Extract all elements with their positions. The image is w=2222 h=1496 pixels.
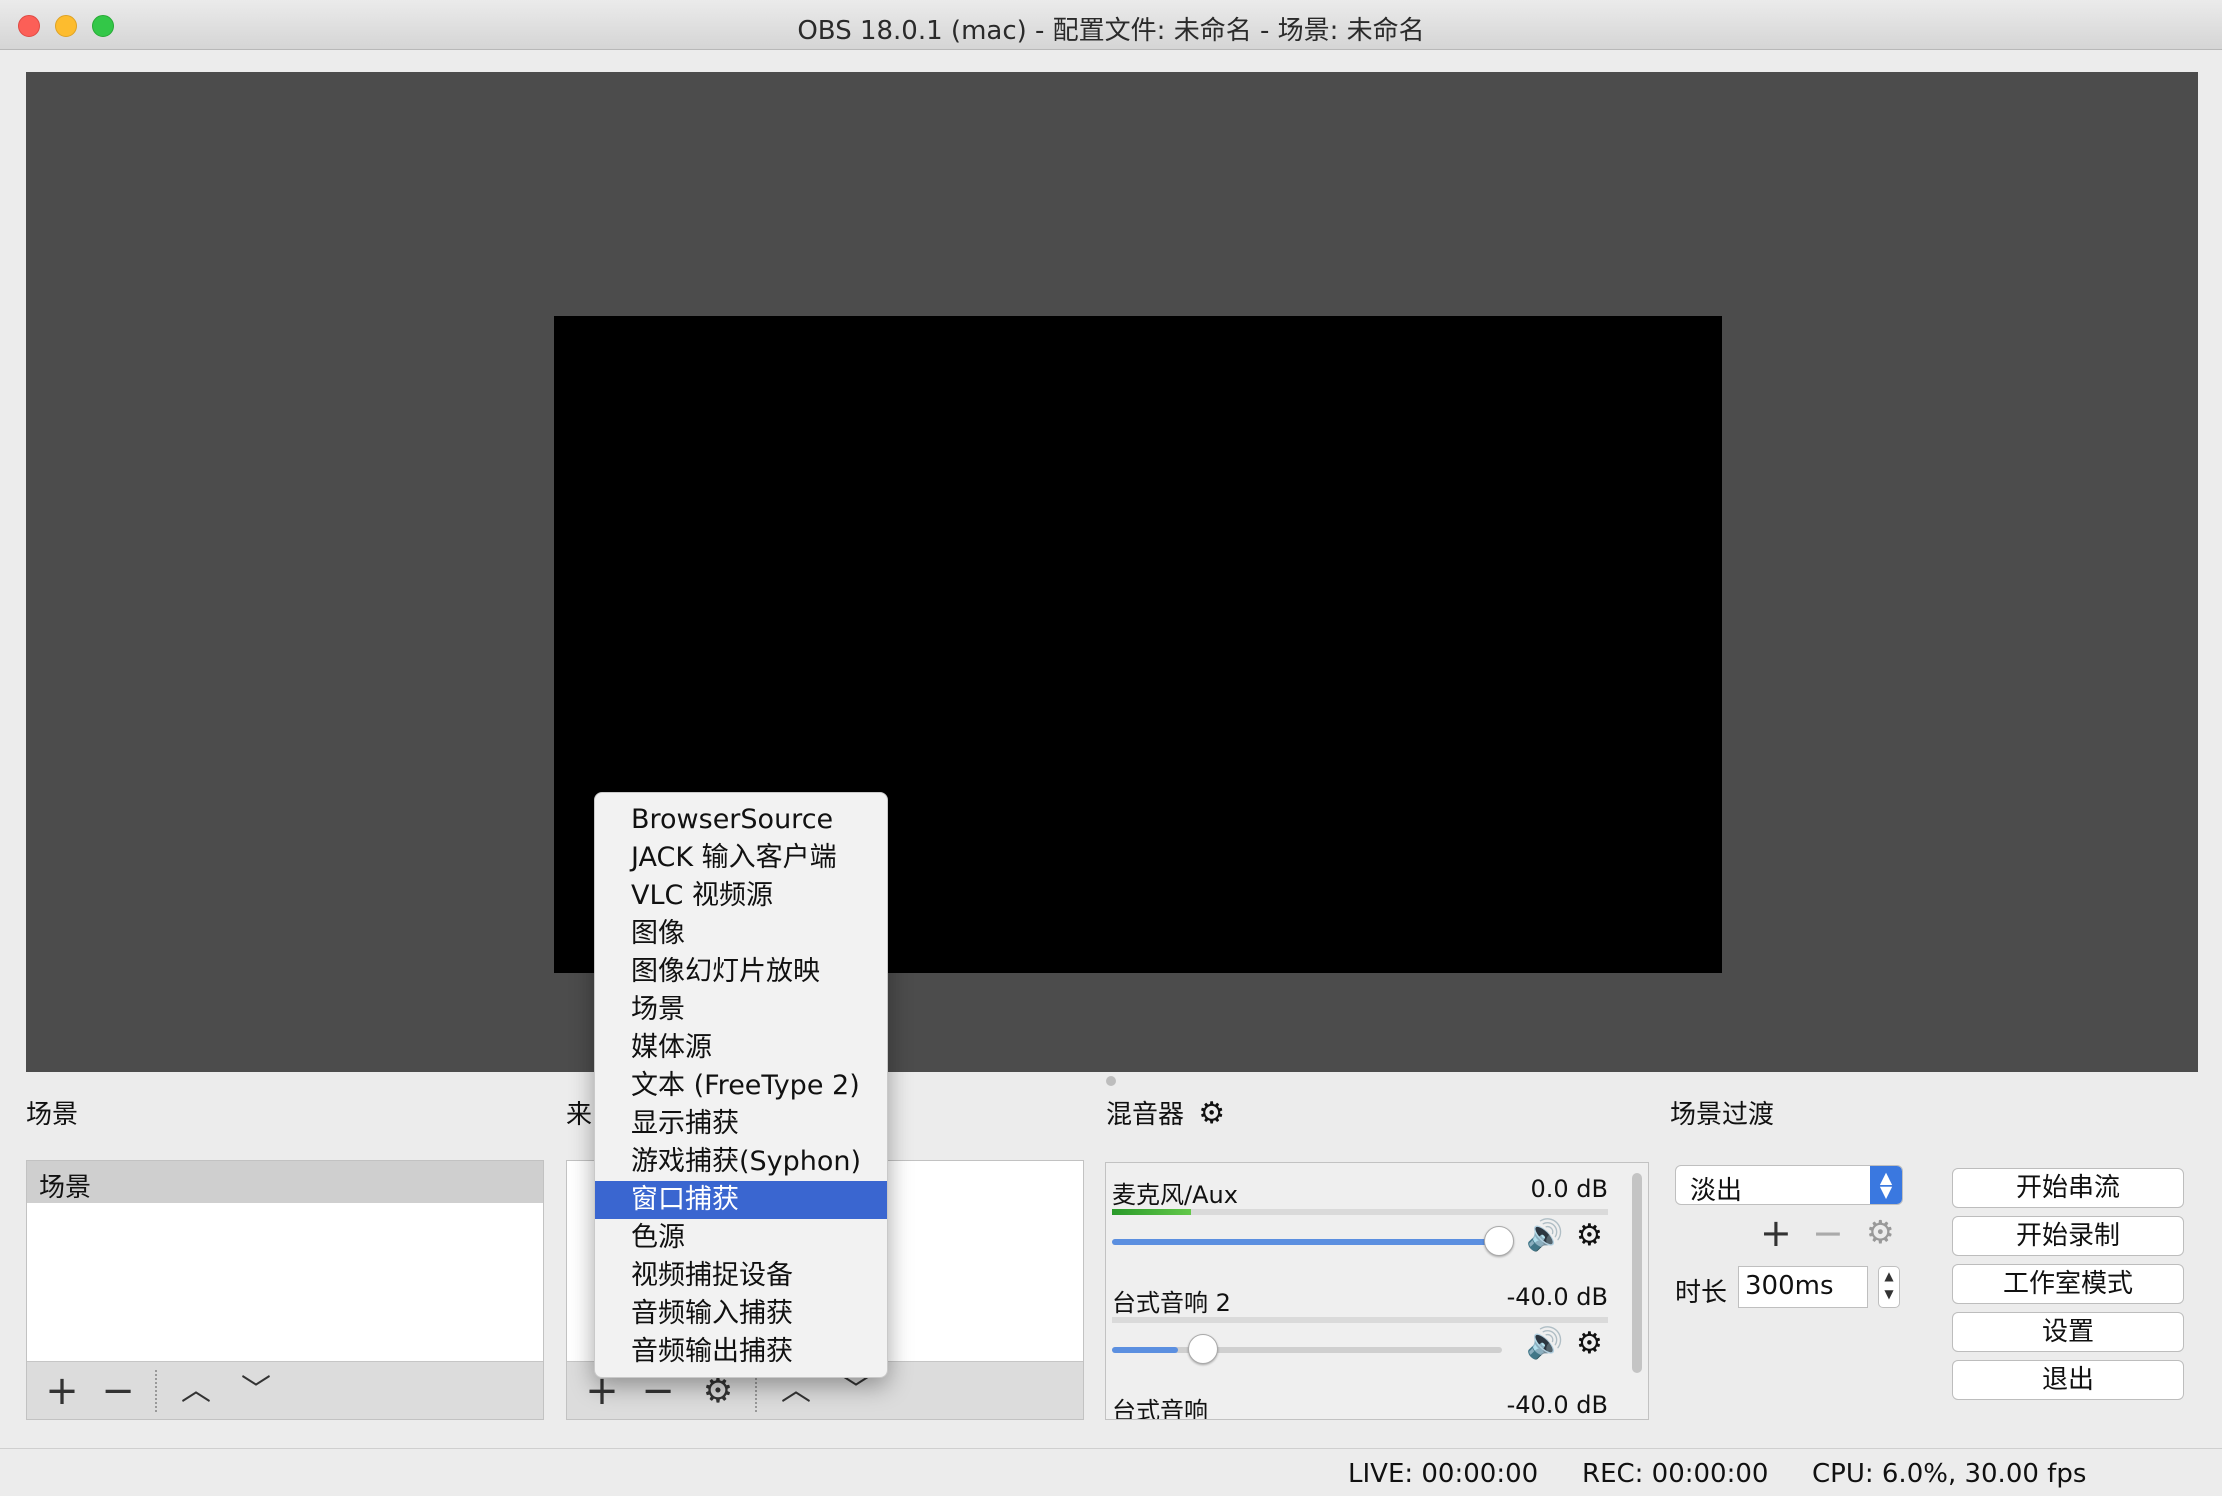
duration-label: 时长 <box>1675 1278 1728 1308</box>
mixer-channel-name: 麦克风/Aux <box>1112 1181 1238 1209</box>
sources-label: 来 <box>566 1100 593 1130</box>
title-bar: OBS 18.0.1 (mac) - 配置文件: 未命名 - 场景: 未命名 <box>0 0 2222 50</box>
gear-icon[interactable]: ⚙ <box>1866 1216 1895 1248</box>
transition-selected: 淡出 <box>1690 1176 1743 1206</box>
gear-icon[interactable]: ⚙ <box>1576 1221 1603 1251</box>
window-title: OBS 18.0.1 (mac) - 配置文件: 未命名 - 场景: 未命名 <box>797 16 1425 46</box>
menu-item-image-slideshow[interactable]: 图像幻灯片放映 <box>595 953 887 991</box>
transitions-label: 场景过渡 <box>1670 1100 1775 1130</box>
menu-item-browser-source[interactable]: BrowserSource <box>595 801 887 839</box>
mixer-label-text: 混音器 <box>1106 1100 1185 1130</box>
obs-window: OBS 18.0.1 (mac) - 配置文件: 未命名 - 场景: 未命名 场… <box>0 0 2222 1496</box>
settings-button[interactable]: 设置 <box>1952 1312 2184 1352</box>
live-status: LIVE: 00:00:00 <box>1348 1459 1539 1489</box>
scenes-toolbar: + − ︿ ﹀ <box>27 1361 543 1419</box>
speaker-icon[interactable]: 🔊 <box>1526 1221 1563 1251</box>
audio-meter <box>1112 1209 1608 1215</box>
menu-item-window-capture[interactable]: 窗口捕获 <box>595 1181 887 1219</box>
duration-stepper[interactable]: ▲ ▼ <box>1878 1266 1900 1308</box>
chevron-down-icon[interactable]: ﹀ <box>231 1366 281 1416</box>
preview-area[interactable] <box>26 72 2198 1072</box>
status-bar: LIVE: 00:00:00 REC: 00:00:00 CPU: 6.0%, … <box>0 1448 2222 1496</box>
add-source-menu: BrowserSource JACK 输入客户端 VLC 视频源 图像 图像幻灯… <box>594 792 888 1378</box>
volume-slider-knob[interactable] <box>1188 1334 1218 1364</box>
volume-slider-knob[interactable] <box>1484 1226 1514 1256</box>
mixer-channel-name: 台式音响 <box>1112 1397 1208 1420</box>
menu-item-vlc-source[interactable]: VLC 视频源 <box>595 877 887 915</box>
menu-item-text-freetype[interactable]: 文本 (FreeType 2) <box>595 1067 887 1105</box>
studio-mode-button[interactable]: 工作室模式 <box>1952 1264 2184 1304</box>
start-record-button[interactable]: 开始录制 <box>1952 1216 2184 1256</box>
menu-item-audio-input-capture[interactable]: 音频输入捕获 <box>595 1295 887 1333</box>
mixer-channel-name: 台式音响 2 <box>1112 1289 1231 1317</box>
menu-item-color-source[interactable]: 色源 <box>595 1219 887 1257</box>
mixer-channel-value: 0.0 dB <box>1530 1175 1609 1203</box>
minus-icon[interactable]: − <box>93 1366 143 1416</box>
plus-icon[interactable]: + <box>1760 1214 1792 1252</box>
minus-icon[interactable]: − <box>1812 1214 1844 1252</box>
menu-item-scene[interactable]: 场景 <box>595 991 887 1029</box>
duration-input[interactable]: 300ms <box>1738 1266 1868 1308</box>
mixer-label: 混音器 ⚙ <box>1106 1094 1225 1131</box>
menu-item-jack-input[interactable]: JACK 输入客户端 <box>595 839 887 877</box>
exit-button[interactable]: 退出 <box>1952 1360 2184 1400</box>
mixer-scrollbar[interactable] <box>1632 1173 1642 1373</box>
scene-item[interactable]: 场景 <box>27 1161 543 1203</box>
menu-item-display-capture[interactable]: 显示捕获 <box>595 1105 887 1143</box>
menu-item-image[interactable]: 图像 <box>595 915 887 953</box>
speaker-icon[interactable]: 🔊 <box>1526 1329 1563 1359</box>
mixer-channel-value: -40.0 dB <box>1506 1283 1608 1311</box>
volume-slider[interactable] <box>1112 1334 1502 1364</box>
menu-item-media-source[interactable]: 媒体源 <box>595 1029 887 1067</box>
rec-status: REC: 00:00:00 <box>1582 1459 1769 1489</box>
chevron-up-icon[interactable]: ︿ <box>171 1366 221 1416</box>
gear-icon[interactable]: ⚙ <box>1198 1096 1225 1131</box>
menu-item-audio-output-capture[interactable]: 音频输出捕获 <box>595 1333 887 1371</box>
plus-icon[interactable]: + <box>37 1366 87 1416</box>
mixer-panel: 麦克风/Aux 0.0 dB 🔊 ⚙ 台式音响 2 -40.0 dB 🔊 ⚙ 台… <box>1105 1162 1649 1420</box>
scenes-panel: 场景 + − ︿ ﹀ <box>26 1160 544 1420</box>
transition-select[interactable]: 淡出 ▲ ▼ <box>1675 1165 1903 1206</box>
menu-item-game-capture-syphon[interactable]: 游戏捕获(Syphon) <box>595 1143 887 1181</box>
gear-icon[interactable]: ⚙ <box>1576 1329 1603 1359</box>
select-arrows-icon: ▲ ▼ <box>1870 1166 1902 1204</box>
audio-meter <box>1112 1317 1608 1323</box>
start-stream-button[interactable]: 开始串流 <box>1952 1168 2184 1208</box>
splitter-handle[interactable] <box>1106 1076 1116 1086</box>
mixer-channel-value: -40.0 dB <box>1506 1391 1608 1419</box>
cpu-status: CPU: 6.0%, 30.00 fps <box>1812 1459 2087 1489</box>
toolbar-separator <box>155 1370 157 1412</box>
volume-slider[interactable] <box>1112 1226 1514 1256</box>
menu-item-video-capture-device[interactable]: 视频捕捉设备 <box>595 1257 887 1295</box>
scenes-label: 场景 <box>26 1100 79 1130</box>
